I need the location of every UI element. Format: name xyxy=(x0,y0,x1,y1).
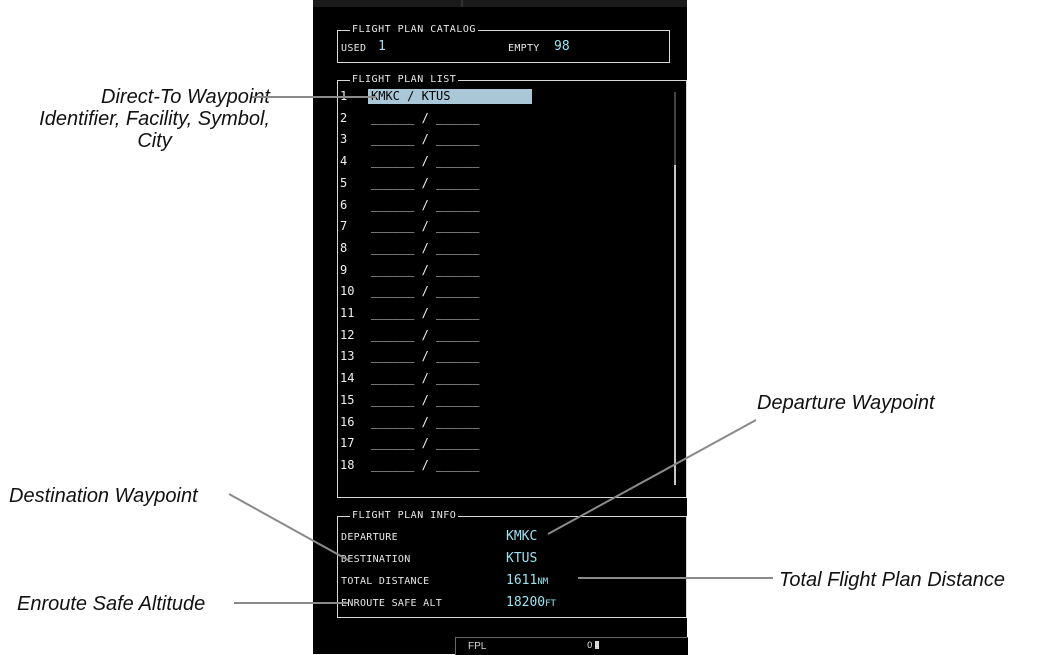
flight-plan-row-route: ______ / ______ xyxy=(371,219,480,234)
flight-plan-row-number: 16 xyxy=(340,414,355,429)
flight-plan-row[interactable]: 13 ______ / ______ xyxy=(340,346,670,366)
flight-plan-row[interactable]: 14 ______ / ______ xyxy=(340,368,670,388)
destination-annotation: Destination Waypoint xyxy=(9,485,198,507)
flight-plan-row-number: 13 xyxy=(340,349,355,364)
destination-value: KTUS xyxy=(506,551,538,566)
flight-plan-row-route: ______ / ______ xyxy=(371,175,480,190)
flight-plan-list-title: FLIGHT PLAN LIST xyxy=(350,74,459,86)
esa-annotation: Enroute Safe Altitude xyxy=(17,593,206,615)
flight-plan-row-number: 11 xyxy=(340,306,355,320)
flight-plan-row-number: 14 xyxy=(340,371,355,386)
flight-plan-row-route: ______ / ______ xyxy=(371,240,480,255)
departure-label: DEPARTURE xyxy=(341,532,398,543)
flight-plan-row-route: ______ / ______ xyxy=(371,371,480,386)
flight-plan-row-route: ______ / ______ xyxy=(371,197,480,212)
flight-plan-row-number: 18 xyxy=(340,457,355,472)
flight-plan-row-route: ______ / ______ xyxy=(371,110,480,125)
flight-plan-row[interactable]: 6 ______ / ______ xyxy=(340,195,670,215)
flight-plan-row-number: 1 xyxy=(340,89,348,103)
flight-plan-row-route: ______ / ______ xyxy=(371,349,480,364)
flight-plan-row[interactable]: 5 ______ / ______ xyxy=(340,173,670,193)
flight-plan-row-route: ______ / ______ xyxy=(371,284,480,299)
flight-plan-row[interactable]: 15 ______ / ______ xyxy=(340,390,670,410)
flight-plan-row[interactable]: 18 ______ / ______ xyxy=(340,455,670,475)
flight-plan-row-number: 4 xyxy=(340,154,348,169)
top-bar xyxy=(313,0,687,7)
flight-plan-row[interactable]: 8 ______ / ______ xyxy=(340,238,670,258)
direct-to-annotation-line2: Identifier, Facility, Symbol, xyxy=(39,108,270,130)
scrollbar-thumb[interactable] xyxy=(674,165,676,485)
flight-plan-row[interactable]: 9 ______ / ______ xyxy=(340,260,670,280)
flight-plan-info-box: FLIGHT PLAN INFO DEPARTURE KMKC DESTINAT… xyxy=(337,510,687,618)
catalog-title: FLIGHT PLAN CATALOG xyxy=(350,24,478,36)
flight-plan-row-number: 17 xyxy=(340,436,355,451)
empty-label: EMPTY xyxy=(508,43,540,54)
departure-value: KMKC xyxy=(506,529,538,544)
flight-plan-row-route: ______ / ______ xyxy=(371,327,480,342)
flight-plan-row[interactable]: 7 ______ / ______ xyxy=(340,216,670,236)
total-distance-unit: NM xyxy=(537,577,549,587)
flight-plan-row-number: 12 xyxy=(340,327,355,342)
esa-value: 18200FT xyxy=(506,595,556,610)
page-group-label: FPL xyxy=(468,641,487,652)
esa-unit: FT xyxy=(545,599,556,609)
page-indicator: O xyxy=(587,641,600,651)
active-page-block xyxy=(595,641,600,649)
flight-plan-row-number: 6 xyxy=(340,197,348,212)
departure-annotation: Departure Waypoint xyxy=(757,392,935,414)
direct-to-annotation: Direct-To Waypoint Identifier, Facility,… xyxy=(39,86,270,152)
flight-plan-row-route: ______ / ______ xyxy=(371,414,480,429)
flight-plan-row[interactable]: 10 ______ / ______ xyxy=(340,281,670,301)
flight-plan-row-number: 7 xyxy=(340,219,348,234)
total-distance-value: 1611NM xyxy=(506,573,549,588)
flight-plan-row-route: KMKC / KTUS xyxy=(368,89,532,104)
catalog-box: FLIGHT PLAN CATALOG USED 1 EMPTY 98 xyxy=(337,24,670,63)
total-distance-label: TOTAL DISTANCE xyxy=(341,576,430,587)
flight-plan-row-number: 9 xyxy=(340,262,348,277)
flight-plan-row-number: 3 xyxy=(340,132,348,147)
total-distance-annotation: Total Flight Plan Distance xyxy=(779,569,1006,591)
destination-label: DESTINATION xyxy=(341,554,411,565)
page-status-bar: FPL O xyxy=(455,637,688,655)
mfd-screen: FLIGHT PLAN CATALOG USED 1 EMPTY 98 FLIG… xyxy=(313,0,688,655)
flight-plan-row[interactable]: 3 ______ / ______ xyxy=(340,129,670,149)
flight-plan-row-route: ______ / ______ xyxy=(371,392,480,407)
empty-value: 98 xyxy=(554,39,570,54)
flight-plan-row-route: ______ / ______ xyxy=(371,306,480,320)
flight-plan-row[interactable]: 12 ______ / ______ xyxy=(340,325,670,345)
flight-plan-info-title: FLIGHT PLAN INFO xyxy=(350,510,459,522)
flight-plan-row-route: ______ / ______ xyxy=(371,154,480,169)
flight-plan-row-route: ______ / ______ xyxy=(371,436,480,451)
flight-plan-row[interactable]: 2 ______ / ______ xyxy=(340,108,670,128)
flight-plan-row-route: ______ / ______ xyxy=(371,262,480,277)
direct-to-annotation-line3: City xyxy=(137,130,172,152)
flight-plan-row[interactable]: 4 ______ / ______ xyxy=(340,151,670,171)
flight-plan-row-number: 10 xyxy=(340,284,355,299)
flight-plan-row[interactable]: 11 ______ / ______ xyxy=(340,303,670,323)
used-value: 1 xyxy=(378,39,386,54)
flight-plan-row-route: ______ / ______ xyxy=(371,457,480,472)
top-bar-divider xyxy=(461,0,463,7)
flight-plan-row-number: 8 xyxy=(340,240,348,255)
flight-plan-row-route: ______ / ______ xyxy=(371,132,480,147)
flight-plan-row[interactable]: 1 KMKC / KTUS xyxy=(340,86,670,106)
flight-plan-row-number: 2 xyxy=(340,110,348,125)
used-label: USED xyxy=(341,43,367,54)
direct-to-annotation-line1: Direct-To Waypoint xyxy=(101,86,270,108)
flight-plan-row[interactable]: 16 ______ / ______ xyxy=(340,412,670,432)
flight-plan-row-number: 15 xyxy=(340,392,355,407)
flight-plan-row[interactable]: 17 ______ / ______ xyxy=(340,433,670,453)
flight-plan-row-number: 5 xyxy=(340,175,348,190)
esa-label: ENROUTE SAFE ALT xyxy=(341,598,443,609)
